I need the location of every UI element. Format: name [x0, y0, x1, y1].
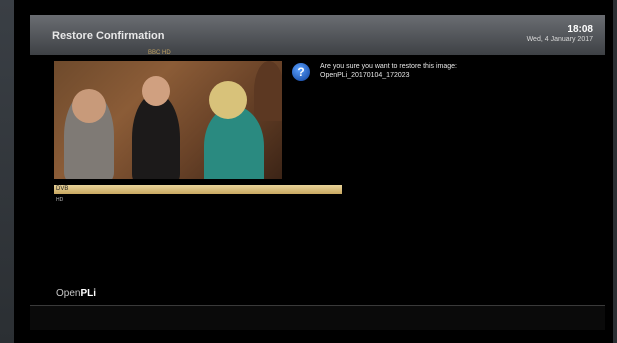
right-edge-panel: [613, 0, 617, 343]
bottom-button-bar: [30, 306, 605, 330]
clock-area: 18:08 Wed, 4 January 2017: [527, 24, 593, 43]
main-panel: BBC HD DVB HD ? Are you sure you want to…: [30, 50, 605, 315]
logo-prefix: Open: [56, 288, 81, 299]
channel-label: BBC HD: [148, 50, 171, 56]
left-edge-panel: [0, 0, 14, 343]
clock-time: 18:08: [567, 24, 593, 35]
clock-date: Wed, 4 January 2017: [526, 36, 593, 43]
tv-preview: [54, 61, 282, 179]
message-line-2: OpenPLi_20170104_172023: [320, 72, 410, 79]
figure-woman-right-head: [209, 81, 247, 119]
logo-suffix: PLi: [80, 288, 97, 299]
confirmation-message: Are you sure you want to restore this im…: [320, 62, 580, 80]
message-line-1: Are you sure you want to restore this im…: [320, 63, 457, 70]
background-figure: [254, 61, 282, 121]
title-bar: Restore Confirmation 18:08 Wed, 4 Januar…: [30, 15, 605, 55]
signal-progress-fill: [54, 185, 342, 194]
signal-progress-bar: [54, 185, 342, 194]
page-title: Restore Confirmation: [52, 30, 165, 42]
figure-woman-left-head: [72, 89, 106, 123]
progress-sub-label: HD: [56, 197, 64, 203]
progress-label: DVB: [56, 186, 69, 192]
question-icon: ?: [292, 63, 310, 81]
openpli-logo: OpenPLi: [56, 288, 96, 299]
figure-man-center-head: [142, 76, 170, 106]
